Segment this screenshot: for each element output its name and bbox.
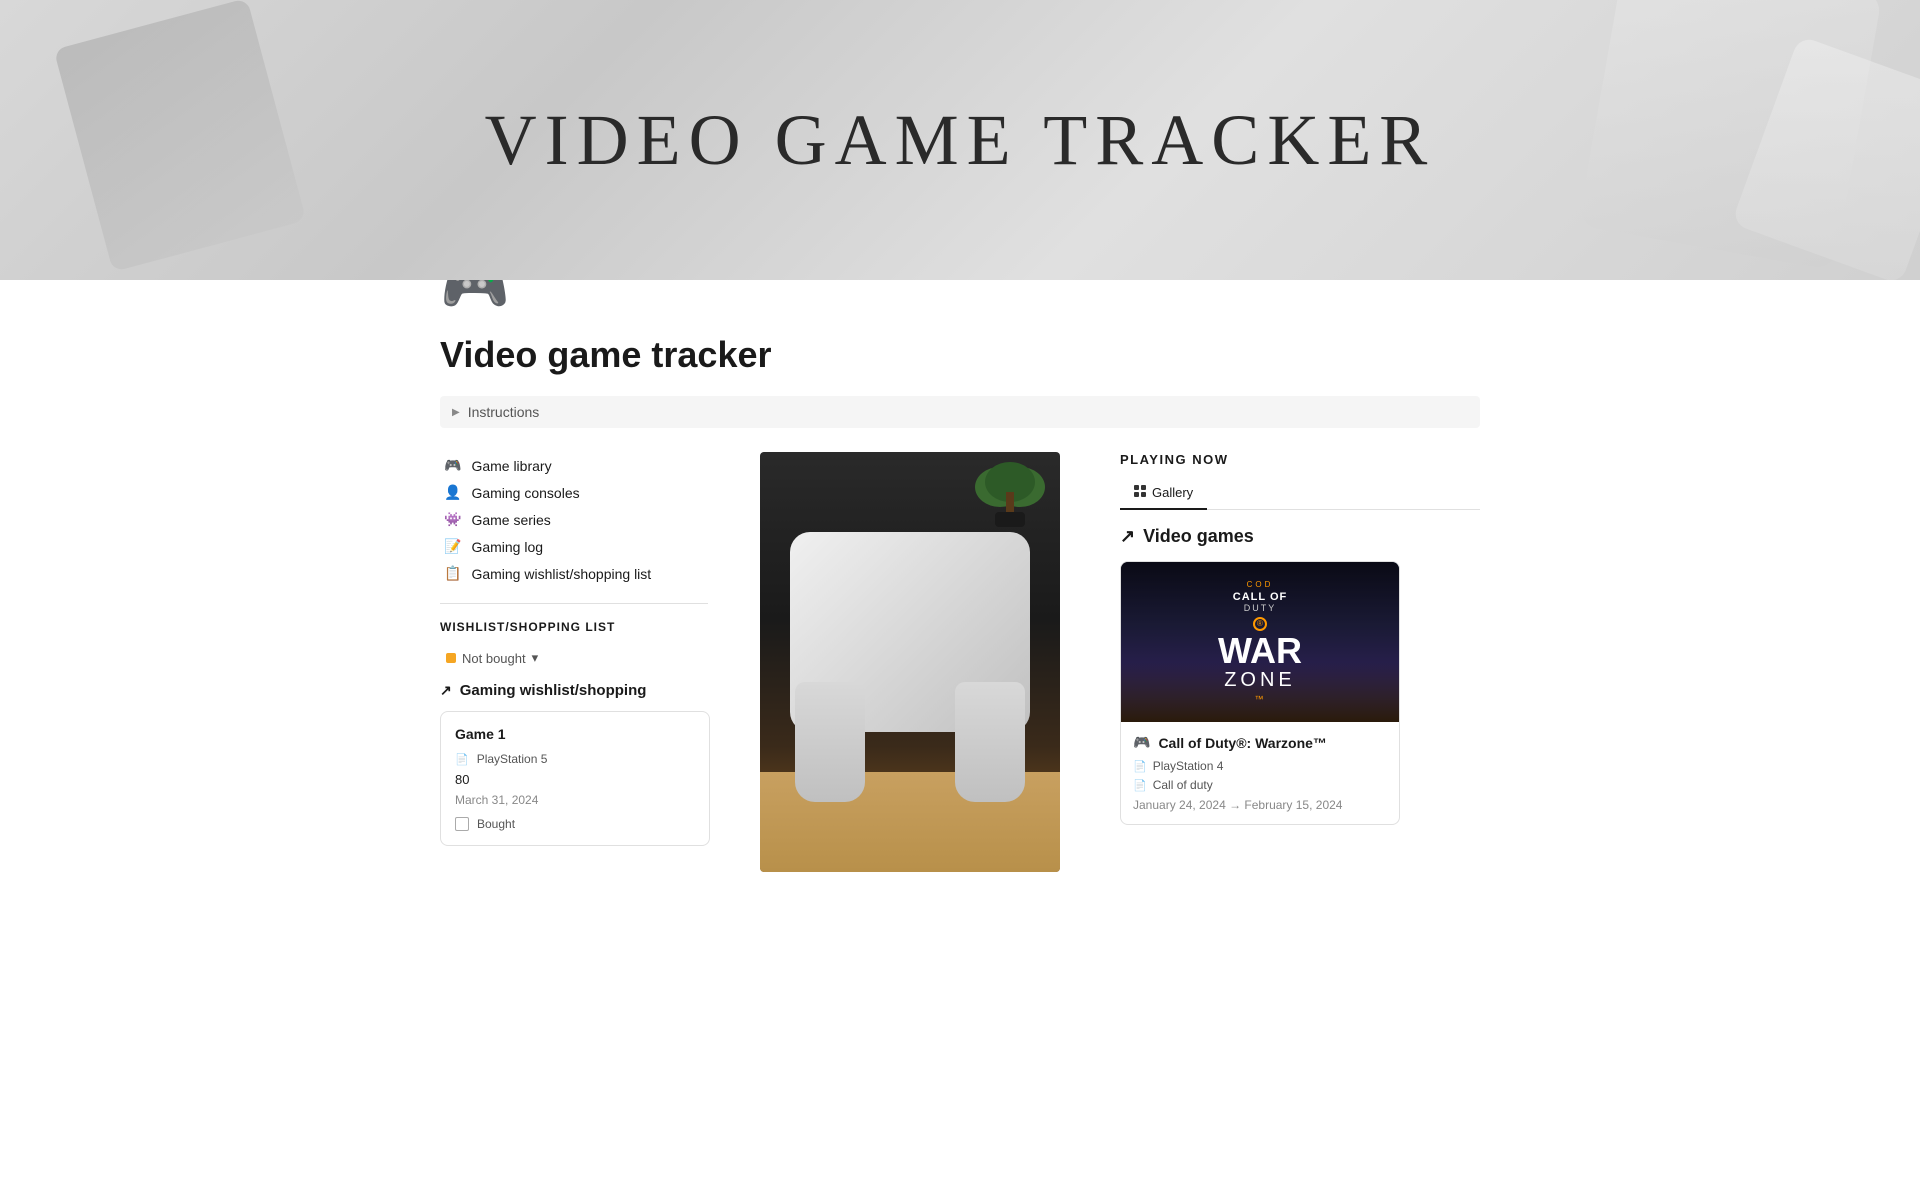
- filter-label: Not bought: [462, 651, 526, 666]
- filter-dot-icon: [446, 653, 456, 663]
- gaming-wishlist-icon: 📋: [444, 565, 461, 582]
- series-meta-icon: 📄: [1133, 779, 1147, 792]
- plant-base: [995, 512, 1025, 527]
- playing-now-section: PLAYING NOW Gallery: [1080, 452, 1480, 872]
- nav-label-game-library: Game library: [471, 458, 551, 474]
- filter-chevron-icon: ▾: [532, 650, 539, 666]
- card-console: PlayStation 5: [477, 752, 548, 766]
- wishlist-link[interactable]: ↗ Gaming wishlist/shopping: [440, 682, 708, 699]
- left-sidebar: 🎮 Game library 👤 Gaming consoles 👾 Game …: [440, 452, 740, 872]
- not-bought-filter[interactable]: Not bought ▾: [440, 646, 708, 670]
- game-card-image: COD CALL OF DUTY ® WAR ZONE ™: [1121, 562, 1399, 722]
- video-games-arrow-icon: ↗: [1120, 526, 1135, 547]
- duty-label: DUTY: [1218, 603, 1302, 613]
- bought-label: Bought: [477, 817, 515, 831]
- page-title: Video game tracker: [440, 334, 1480, 376]
- cover-title: VIDEO GAME TRACKER: [485, 99, 1436, 182]
- gaming-log-icon: 📝: [444, 538, 461, 555]
- nav-item-gaming-consoles[interactable]: 👤 Gaming consoles: [440, 479, 708, 506]
- game-name: Call of Duty®: Warzone™: [1158, 735, 1326, 751]
- game-series-row: 📄 Call of duty: [1133, 778, 1387, 792]
- game-dates: January 24, 2024 → February 15, 2024: [1133, 798, 1387, 812]
- nav-item-gaming-wishlist[interactable]: 📋 Gaming wishlist/shopping list: [440, 560, 708, 587]
- gallery-grid-icon: [1134, 485, 1146, 500]
- card-checkbox-row[interactable]: Bought: [455, 817, 695, 831]
- registered-icon: ®: [1253, 617, 1267, 631]
- game-series-icon: 👾: [444, 511, 461, 528]
- main-layout: 🎮 Game library 👤 Gaming consoles 👾 Game …: [440, 452, 1480, 872]
- game-console: PlayStation 4: [1153, 759, 1224, 773]
- nav-label-game-series: Game series: [471, 512, 550, 528]
- trademark-icon: ™: [1218, 694, 1302, 704]
- wishlist-card: Game 1 📄 PlayStation 5 80 March 31, 2024…: [440, 711, 710, 846]
- plant-decoration: [990, 462, 1030, 522]
- nav-label-gaming-consoles: Gaming consoles: [471, 485, 579, 501]
- sidebar-divider: [440, 603, 708, 604]
- center-image-section: [740, 452, 1080, 872]
- game-name-row: 🎮 Call of Duty®: Warzone™: [1133, 734, 1387, 751]
- cover-section: VIDEO GAME TRACKER: [0, 0, 1920, 280]
- gaming-consoles-icon: 👤: [444, 484, 461, 501]
- instructions-label: Instructions: [468, 404, 540, 420]
- tab-gallery[interactable]: Gallery: [1120, 479, 1207, 510]
- game-card-warzone: COD CALL OF DUTY ® WAR ZONE ™ 🎮 Call of …: [1120, 561, 1400, 825]
- call-label: CALL OF: [1218, 591, 1302, 603]
- wishlist-arrow-icon: ↗: [440, 682, 452, 699]
- cover-decoration-left: [54, 0, 307, 272]
- warzone-text-overlay: COD CALL OF DUTY ® WAR ZONE ™: [1218, 580, 1302, 704]
- video-games-link-label: Video games: [1143, 526, 1254, 547]
- playing-now-title: PLAYING NOW: [1120, 452, 1480, 467]
- video-games-link[interactable]: ↗ Video games: [1120, 526, 1480, 547]
- instructions-toggle[interactable]: ▶ Instructions: [440, 396, 1480, 428]
- game-library-icon: 🎮: [444, 457, 461, 474]
- card-price: 80: [455, 772, 695, 787]
- bought-checkbox[interactable]: [455, 817, 469, 831]
- nav-label-gaming-log: Gaming log: [471, 539, 543, 555]
- game-controller-photo: [760, 452, 1060, 872]
- nav-label-gaming-wishlist: Gaming wishlist/shopping list: [471, 566, 651, 582]
- card-date: March 31, 2024: [455, 793, 695, 807]
- game-series: Call of duty: [1153, 778, 1213, 792]
- console-meta-icon: 📄: [1133, 760, 1147, 773]
- war-label: WAR: [1218, 633, 1302, 669]
- cod-label: COD: [1218, 580, 1302, 589]
- game-card-body: 🎮 Call of Duty®: Warzone™ 📄 PlayStation …: [1121, 722, 1399, 824]
- game-console-row: 📄 PlayStation 4: [1133, 759, 1387, 773]
- nav-item-game-library[interactable]: 🎮 Game library: [440, 452, 708, 479]
- nav-item-gaming-log[interactable]: 📝 Gaming log: [440, 533, 708, 560]
- gallery-tab-label: Gallery: [1152, 485, 1193, 500]
- controller-grip-right: [955, 682, 1025, 802]
- game-controller-icon: 🎮: [1133, 734, 1150, 751]
- nav-item-game-series[interactable]: 👾 Game series: [440, 506, 708, 533]
- card-title: Game 1: [455, 726, 695, 742]
- controller-grip-left: [795, 682, 865, 802]
- wishlist-section-title: WISHLIST/SHOPPING LIST: [440, 620, 708, 634]
- wishlist-link-label: Gaming wishlist/shopping: [460, 682, 647, 699]
- view-tabs: Gallery: [1120, 479, 1480, 510]
- card-console-row: 📄 PlayStation 5: [455, 752, 695, 766]
- zone-label: ZONE: [1218, 669, 1302, 692]
- toggle-arrow-icon: ▶: [452, 407, 460, 418]
- console-doc-icon: 📄: [455, 753, 469, 766]
